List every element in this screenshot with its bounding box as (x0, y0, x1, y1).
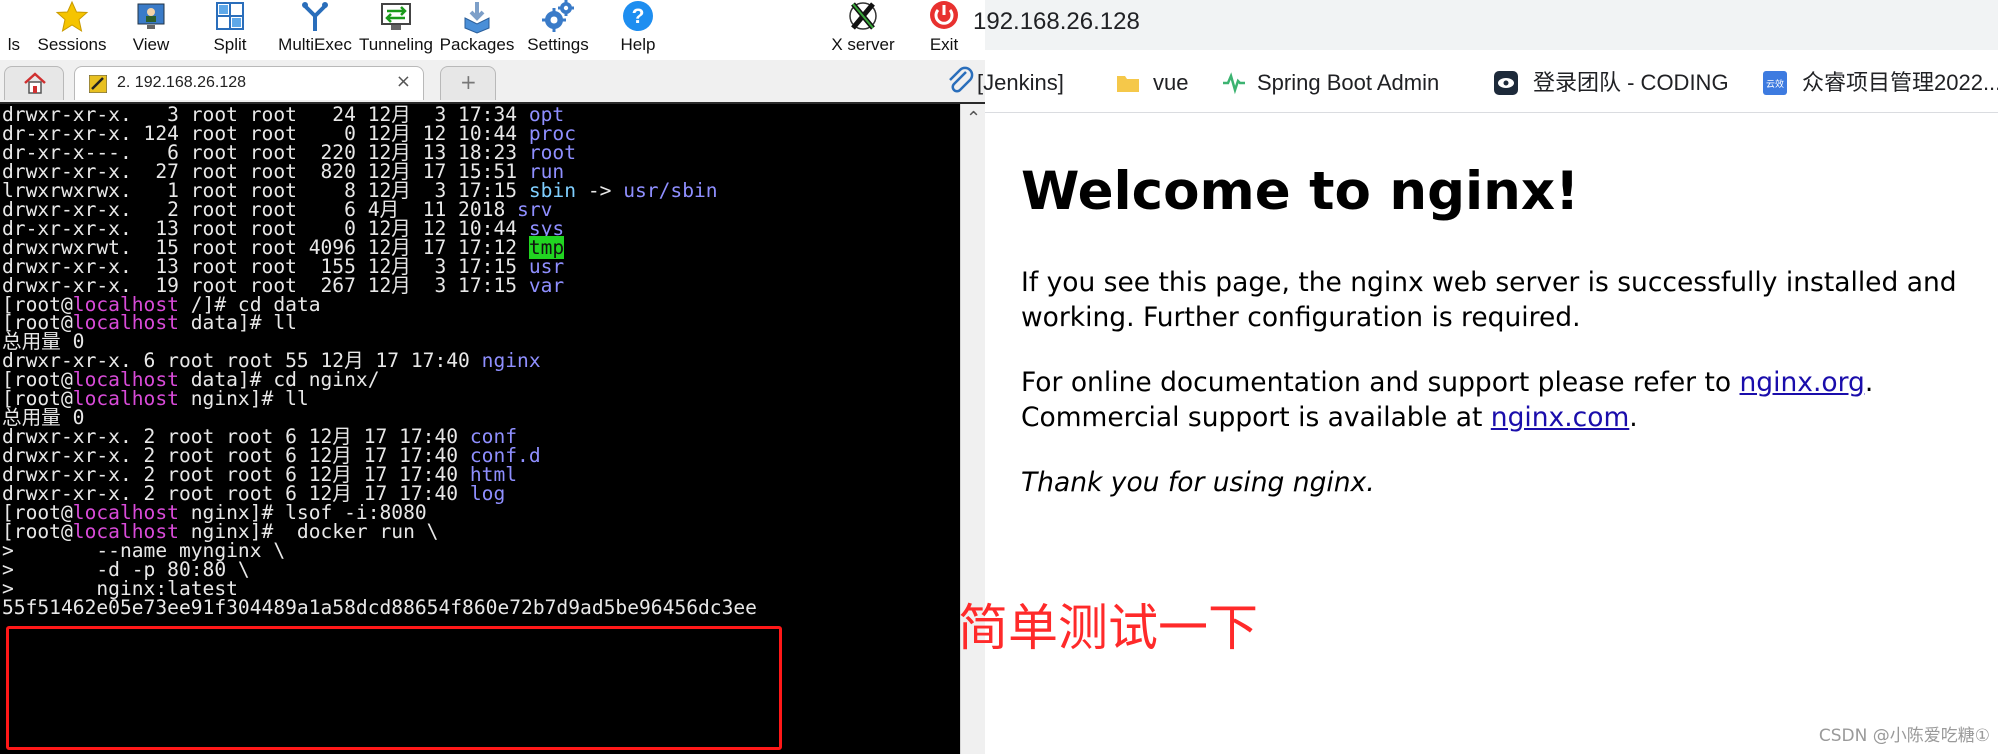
close-icon[interactable]: × (396, 71, 411, 92)
help-button[interactable]: ? Help (598, 0, 678, 60)
xserver-label: X server (831, 35, 895, 54)
plus-icon: + (460, 70, 477, 94)
page-heading: Welcome to nginx! (1021, 161, 1580, 222)
tab-session[interactable]: 2. 192.168.26.128 × (74, 66, 424, 100)
command-text: ll (273, 387, 309, 411)
help-label: Help (620, 35, 656, 54)
command-text: ll (261, 311, 297, 335)
link-arrow: -> (576, 178, 624, 202)
intro-paragraph: If you see this page, the nginx web serv… (1021, 265, 1957, 335)
bookmark-label: 众睿项目管理2022... (1802, 70, 1998, 95)
command-text: docker run \ (273, 519, 439, 543)
file-name: var (528, 273, 565, 297)
link-target: usr/sbin (623, 178, 718, 202)
bookmark-project[interactable]: 云效 众睿项目管理2022... (1762, 68, 1998, 98)
bookmark-vue[interactable]: vue (1115, 68, 1205, 98)
power-icon (930, 1, 958, 29)
split-icon (216, 2, 244, 30)
support-paragraph: For online documentation and support ple… (1021, 365, 1873, 435)
support-text-1-end: . (1864, 367, 1874, 398)
heartbeat-icon (1223, 72, 1245, 95)
watermark: CSDN @小陈爱吃糖① (1818, 726, 1990, 746)
svg-text:?: ? (632, 5, 645, 28)
chevron-up-icon[interactable]: ⌃ (961, 108, 985, 129)
support-text-1: For online documentation and support ple… (1021, 367, 1740, 398)
support-text-2-end: . (1629, 402, 1638, 433)
settings-label: Settings (527, 35, 589, 54)
file-name: log (469, 482, 506, 505)
prompt-host: localhost (72, 311, 179, 335)
thanks-text: Thank you for using nginx. (1021, 467, 1375, 498)
address-bar[interactable]: 192.168.26.128 (973, 0, 1998, 50)
intro-line-2: working. Further configuration is requir… (1021, 302, 1581, 333)
view-button[interactable]: View (111, 0, 191, 60)
exit-label: Exit (929, 35, 959, 54)
tab-session-label: 2. 192.168.26.128 (117, 74, 247, 91)
toolbar-partial-label: ls (7, 35, 20, 54)
fork-icon (302, 2, 328, 31)
terminal-line: 55f51462e05e73ee91f304489a1a58dcd88654f8… (2, 596, 757, 620)
tab-home[interactable] (4, 66, 64, 100)
exit-button[interactable]: Exit (904, 0, 984, 60)
packages-button[interactable]: Packages (437, 0, 517, 60)
bookmark-jenkins[interactable]: [Jenkins] (977, 68, 1087, 98)
cloud-app-icon: 云效 (1763, 71, 1787, 95)
package-icon (464, 2, 490, 34)
bookmark-label: vue (1153, 70, 1189, 95)
coding-logo-icon (1494, 71, 1518, 95)
view-label: View (132, 35, 170, 54)
svg-text:云效: 云效 (1766, 78, 1784, 90)
ssh-session-icon (89, 75, 107, 93)
multiexec-button[interactable]: MultiExec (275, 0, 355, 60)
toolbar-partial-button[interactable]: ls (0, 0, 20, 60)
paperclip-icon[interactable] (946, 66, 974, 96)
prompt-host: localhost (72, 387, 179, 411)
mobaxterm-window: ls Sessions View Split MultiExec Tunneli… (0, 0, 985, 754)
settings-button[interactable]: Settings (518, 0, 598, 60)
bookmark-label: Spring Boot Admin (1257, 70, 1440, 95)
bookmarks-bar: [Jenkins] vue Spring Boot Admin 登录团队 - C… (977, 56, 1998, 113)
bookmark-spring-boot-admin[interactable]: Spring Boot Admin (1221, 68, 1461, 98)
x-logo-icon (849, 2, 877, 30)
split-label: Split (213, 35, 247, 54)
sessions-button[interactable]: Sessions (32, 0, 112, 60)
tab-strip: 2. 192.168.26.128 × + (0, 62, 985, 104)
new-tab-button[interactable]: + (440, 66, 496, 100)
folder-icon (1117, 76, 1139, 92)
home-icon (24, 72, 46, 94)
bookmark-coding[interactable]: 登录团队 - CODING (1493, 68, 1733, 98)
nginx-com-link[interactable]: nginx.com (1491, 402, 1629, 433)
gear-icon (542, 0, 574, 32)
file-name: nginx (481, 349, 541, 373)
prompt-dir: data]# (178, 311, 262, 335)
prompt-dir: nginx]# (178, 387, 274, 411)
terminal-output: 55f51462e05e73ee91f304489a1a58dcd88654f8… (2, 595, 757, 619)
monitor-icon (137, 3, 165, 29)
highlight-box (6, 626, 782, 750)
support-text-2: Commercial support is available at (1021, 402, 1491, 433)
bookmark-label: [Jenkins] (977, 70, 1064, 95)
multiexec-label: MultiExec (278, 35, 352, 54)
xserver-button[interactable]: X server (823, 0, 903, 60)
sessions-label: Sessions (37, 35, 107, 54)
toolbar: ls Sessions View Split MultiExec Tunneli… (0, 0, 985, 60)
help-icon: ? (623, 1, 653, 31)
bookmark-label: 登录团队 - CODING (1533, 70, 1729, 95)
tunnel-icon (381, 3, 411, 30)
nginx-org-link[interactable]: nginx.org (1740, 367, 1865, 398)
intro-line-1: If you see this page, the nginx web serv… (1021, 267, 1957, 298)
annotation-text: 简单测试一下 (958, 599, 1258, 657)
tunneling-label: Tunneling (358, 35, 434, 54)
url-text[interactable]: 192.168.26.128 (973, 8, 1140, 36)
packages-label: Packages (439, 35, 515, 54)
star-icon (55, 0, 89, 33)
tunneling-button[interactable]: Tunneling (356, 0, 436, 60)
split-button[interactable]: Split (190, 0, 270, 60)
